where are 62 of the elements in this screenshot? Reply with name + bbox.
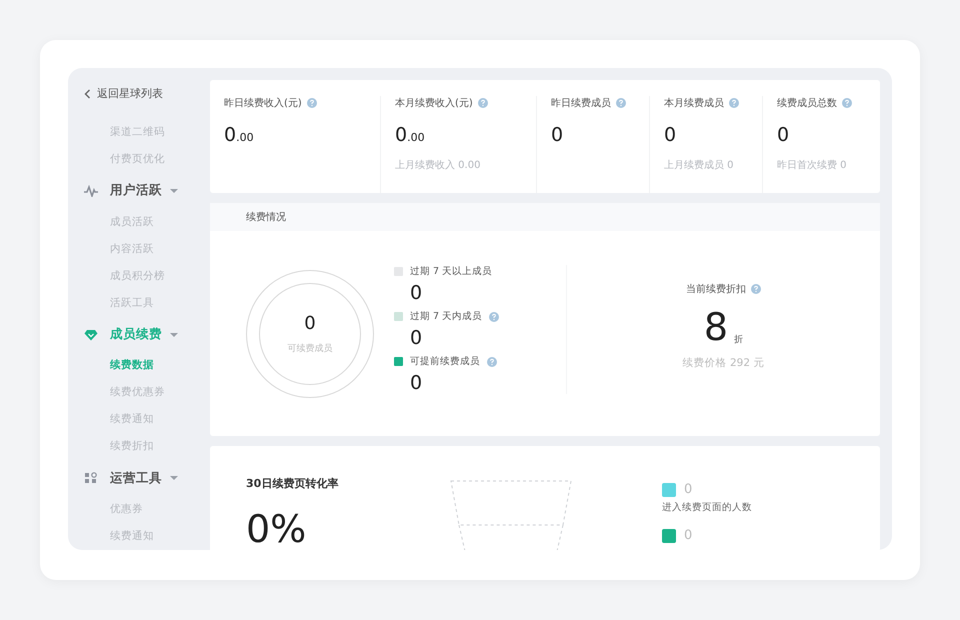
stat-value: 0 bbox=[777, 124, 790, 146]
legend-label: 进入续费页面的人数 bbox=[662, 501, 752, 514]
stat-label: 本月续费收入(元) bbox=[395, 96, 473, 110]
sidebar-item[interactable]: 续费优惠券 bbox=[110, 379, 165, 406]
stat-note: 上月续费成员 0 bbox=[664, 158, 735, 172]
sidebar-item[interactable]: 续费通知 bbox=[110, 523, 154, 550]
sidebar-item[interactable]: 优惠券 bbox=[110, 496, 143, 524]
stat-value: 0.00 bbox=[395, 124, 426, 146]
section-title: 30日续费页转化率 bbox=[246, 476, 340, 491]
stat-value: 0.00 bbox=[224, 124, 255, 146]
sidebar-group[interactable]: 用户活跃 bbox=[110, 182, 162, 200]
stat-note: 昨日首次续费 0 bbox=[777, 158, 848, 172]
sidebar-item[interactable]: 渠道二维码 bbox=[110, 119, 165, 146]
grid-icon bbox=[84, 472, 98, 484]
donut-label: 可续费成员 bbox=[288, 342, 332, 354]
help-icon[interactable] bbox=[842, 98, 852, 108]
sidebar-item[interactable]: 成员活跃 bbox=[110, 208, 154, 236]
donut-value: 0 bbox=[304, 312, 316, 334]
sidebar-item[interactable]: 内容活跃 bbox=[110, 236, 154, 263]
discount-label: 当前续费折扣 bbox=[686, 282, 746, 296]
legend-label: 过期 7 天以上成员 bbox=[410, 265, 492, 278]
stat-value: 0 bbox=[551, 124, 564, 146]
legend-value: 0 bbox=[410, 327, 424, 349]
caret-icon[interactable] bbox=[170, 188, 178, 194]
sidebar-item[interactable]: 付费页优化 bbox=[110, 146, 165, 173]
caret-icon[interactable] bbox=[170, 332, 178, 338]
section-title: 续费情况 bbox=[246, 210, 286, 224]
diamond-icon bbox=[84, 328, 98, 340]
sidebar-group[interactable]: 成员续费 bbox=[110, 326, 162, 343]
discount-unit: 折 bbox=[734, 334, 744, 346]
sidebar-group[interactable]: 运营工具 bbox=[110, 470, 162, 487]
back-link[interactable]: 返回星球列表 bbox=[84, 86, 163, 101]
sidebar-item[interactable]: 成员积分榜 bbox=[110, 262, 165, 290]
help-icon[interactable] bbox=[478, 98, 488, 108]
help-icon[interactable] bbox=[729, 98, 739, 108]
help-icon[interactable] bbox=[306, 98, 317, 108]
help-icon[interactable] bbox=[489, 312, 500, 322]
legend-value: 0 bbox=[410, 372, 424, 394]
help-icon[interactable] bbox=[751, 284, 761, 294]
legend-label: 可提前续费成员 bbox=[410, 355, 480, 368]
sidebar-item[interactable]: 续费通知 bbox=[110, 406, 154, 434]
legend-value: 0 bbox=[684, 482, 692, 497]
stat-note: 上月续费收入 0.00 bbox=[395, 158, 482, 172]
stat-value: 0 bbox=[664, 124, 678, 146]
stat-label: 续费成员总数 bbox=[777, 96, 837, 110]
stat-label: 本月续费成员 bbox=[664, 96, 724, 110]
help-icon[interactable] bbox=[487, 356, 497, 366]
discount-value: 8 bbox=[704, 308, 728, 346]
price-text: 续费价格 292 元 bbox=[682, 356, 764, 370]
chevron-left-icon bbox=[84, 88, 91, 98]
sidebar-item[interactable]: 续费数据 bbox=[110, 352, 154, 380]
pulse-icon bbox=[84, 184, 98, 197]
conversion-rate: 0% bbox=[246, 507, 308, 550]
legend-value: 0 bbox=[684, 528, 692, 543]
sidebar-item[interactable]: 续费折扣 bbox=[110, 433, 154, 460]
stat-label: 昨日续费成员 bbox=[551, 96, 611, 110]
help-icon[interactable] bbox=[616, 98, 626, 108]
legend-value: 0 bbox=[410, 282, 424, 304]
caret-icon[interactable] bbox=[170, 475, 178, 482]
stat-label: 昨日续费收入(元) bbox=[224, 96, 302, 110]
legend-label: 过期 7 天内成员 bbox=[410, 310, 482, 323]
sidebar-item[interactable]: 活跃工具 bbox=[110, 290, 154, 317]
